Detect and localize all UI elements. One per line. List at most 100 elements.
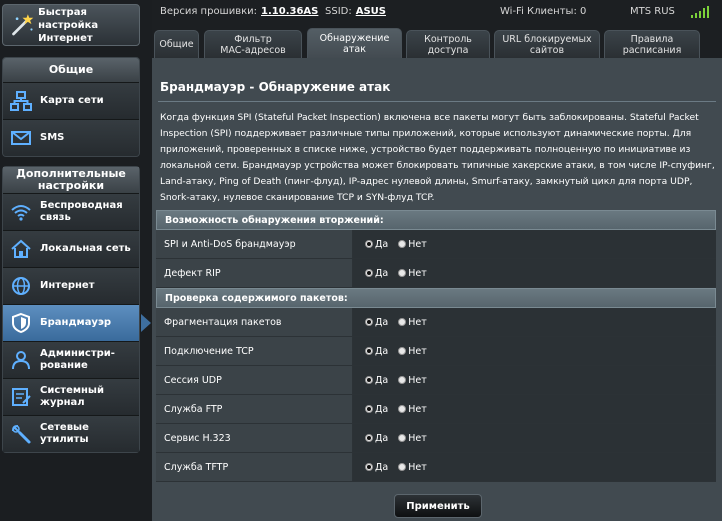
table-row: Служба TFTP Да Нет: [156, 453, 716, 482]
table-row: Дефект RIP Да Нет: [156, 259, 716, 288]
row-options: Да Нет: [353, 259, 716, 287]
radio-checked-icon: [365, 405, 373, 413]
shield-icon: [12, 312, 30, 334]
radio-yes[interactable]: Да: [365, 268, 388, 279]
radio-unchecked-icon: [398, 434, 407, 442]
row-options: Да Нет: [353, 453, 716, 481]
row-options: Да Нет: [353, 424, 716, 452]
sidebar-item-wireless[interactable]: Беспроводная связь: [3, 193, 139, 230]
tab-access-control[interactable]: Контроль доступа: [406, 30, 490, 58]
sidebar-item-network-map[interactable]: Карта сети: [3, 82, 139, 119]
sidebar-item-label: Карта сети: [40, 95, 104, 106]
table-row: Сессия UDP Да Нет: [156, 366, 716, 395]
radio-unchecked-icon: [398, 318, 407, 326]
sidebar-item-label: Интернет: [40, 280, 95, 291]
table-row: Подключение TCP Да Нет: [156, 337, 716, 366]
radio-yes[interactable]: Да: [365, 433, 388, 444]
table-row: Сервис H.323 Да Нет: [156, 424, 716, 453]
sidebar: Быстрая настройка Интернет Общие Карта с…: [0, 0, 152, 521]
radio-no-label: Нет: [408, 267, 427, 279]
sidebar-item-internet[interactable]: Интернет: [3, 267, 139, 304]
table-row: Фрагментация пакетов Да Нет: [156, 308, 716, 337]
sidebar-item-label: Сетевые утилиты: [40, 422, 89, 445]
radio-checked-icon: [365, 376, 373, 384]
radio-no-label: Нет: [408, 374, 427, 386]
radio-no[interactable]: Нет: [398, 375, 427, 386]
radio-yes[interactable]: Да: [365, 462, 388, 473]
radio-no-label: Нет: [408, 345, 427, 357]
advanced-group-title: Дополнительные настройки: [3, 167, 139, 193]
globe-icon: [12, 277, 30, 295]
row-options: Да Нет: [353, 308, 716, 336]
radio-checked-icon: [365, 269, 373, 277]
radio-yes[interactable]: Да: [365, 404, 388, 415]
radio-no[interactable]: Нет: [398, 239, 427, 250]
radio-no-label: Нет: [408, 316, 427, 328]
radio-yes[interactable]: Да: [365, 375, 388, 386]
row-label: Фрагментация пакетов: [156, 308, 353, 336]
table-row: Служба FTP Да Нет: [156, 395, 716, 424]
radio-checked-icon: [365, 463, 373, 471]
radio-no-label: Нет: [408, 238, 427, 250]
sidebar-item-sms[interactable]: SMS: [3, 119, 139, 156]
ssid-label: SSID:: [325, 6, 352, 17]
radio-yes-label: Да: [375, 461, 389, 473]
sidebar-item-label: Брандмауэр: [40, 317, 112, 328]
radio-no[interactable]: Нет: [398, 462, 427, 473]
section-header-packet-inspection: Проверка содержимого пакетов:: [156, 288, 716, 308]
sidebar-item-network-tools[interactable]: Сетевые утилиты: [3, 415, 139, 452]
radio-no[interactable]: Нет: [398, 346, 427, 357]
radio-yes[interactable]: Да: [365, 239, 388, 250]
firmware-label: Версия прошивки:: [160, 6, 258, 17]
operator-name: MTS RUS: [630, 6, 675, 17]
radio-yes-label: Да: [375, 374, 389, 386]
sidebar-item-lan[interactable]: Локальная сеть: [3, 230, 139, 267]
status-bar: Версия прошивки: 1.10.36AS SSID: ASUS Wi-F…: [152, 0, 722, 24]
ssid-info: SSID: ASUS: [325, 6, 386, 17]
tab-general[interactable]: Общие: [154, 30, 199, 58]
row-options: Да Нет: [353, 230, 716, 258]
row-label: Дефект RIP: [156, 259, 353, 287]
radio-no[interactable]: Нет: [398, 268, 427, 279]
router-admin-page: Быстрая настройка Интернет Общие Карта с…: [0, 0, 722, 521]
radio-unchecked-icon: [398, 269, 407, 277]
radio-checked-icon: [365, 434, 373, 442]
wifi-icon: [11, 205, 31, 221]
tab-url-filter[interactable]: URL блокируемых сайтов: [494, 30, 600, 58]
admin-icon: [12, 351, 30, 370]
radio-unchecked-icon: [398, 463, 407, 471]
sidebar-item-firewall[interactable]: Брандмауэр: [3, 304, 151, 341]
row-label: Сессия UDP: [156, 366, 353, 394]
radio-unchecked-icon: [398, 405, 407, 413]
table-row: SPI и Anti-DoS брандмауэр Да Нет: [156, 230, 716, 259]
apply-button[interactable]: Применить: [394, 494, 482, 518]
radio-yes[interactable]: Да: [365, 346, 388, 357]
advanced-group: Дополнительные настройки Беспроводная св…: [2, 166, 151, 453]
general-group: Общие Карта сети SMS: [2, 57, 140, 157]
tab-dos-protection[interactable]: Обнаружение атак: [307, 28, 402, 58]
wand-icon: [12, 14, 34, 36]
radio-yes[interactable]: Да: [365, 317, 388, 328]
row-label: Подключение TCP: [156, 337, 353, 365]
row-label: Служба FTP: [156, 395, 353, 423]
content-panel: Брандмауэр - Обнаружение атак Когда функ…: [152, 58, 722, 521]
radio-no[interactable]: Нет: [398, 433, 427, 444]
sidebar-item-system-log[interactable]: Системный журнал: [3, 378, 139, 415]
quick-setup-button[interactable]: Быстрая настройка Интернет: [2, 4, 140, 46]
sidebar-item-administration[interactable]: Администри- рование: [3, 341, 139, 378]
network-map-icon: [10, 91, 32, 111]
envelope-icon: [11, 131, 31, 145]
tab-schedule-rules[interactable]: Правила расписания: [604, 30, 700, 58]
firmware-version-link[interactable]: 1.10.36AS: [261, 6, 318, 17]
tab-mac-filter[interactable]: Фильтр MAC-адресов: [204, 30, 302, 58]
ssid-link[interactable]: ASUS: [356, 6, 386, 17]
page-title: Брандмауэр - Обнаружение атак: [160, 80, 391, 94]
radio-no[interactable]: Нет: [398, 404, 427, 415]
signal-strength-icon: [691, 6, 709, 18]
sidebar-item-label: SMS: [40, 132, 65, 143]
row-label: SPI и Anti-DoS брандмауэр: [156, 230, 353, 258]
radio-no[interactable]: Нет: [398, 317, 427, 328]
radio-checked-icon: [365, 318, 373, 326]
radio-unchecked-icon: [398, 376, 407, 384]
title-divider: [158, 101, 716, 102]
